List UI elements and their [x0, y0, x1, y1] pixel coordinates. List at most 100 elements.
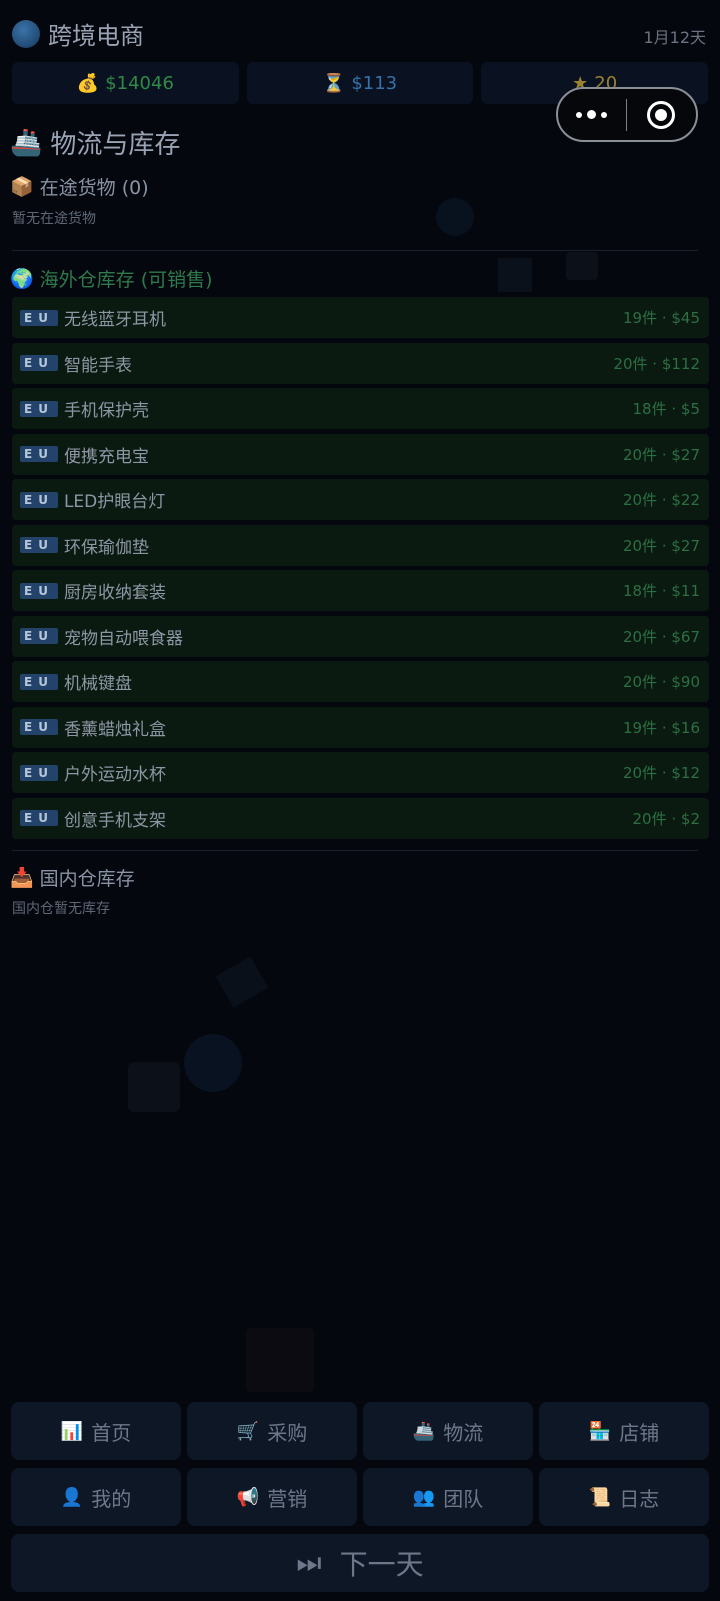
page-title: 🚢 物流与库存	[10, 124, 180, 161]
unit-price: $5	[680, 400, 700, 418]
stock-qty: 20件	[613, 354, 648, 373]
stock-info: 20件 · $27	[623, 535, 700, 556]
inventory-row[interactable]: EU 便携充电宝 20件 · $27	[12, 433, 709, 475]
nav-logistics-button[interactable]: 🚢 物流	[363, 1402, 533, 1460]
unit-price: $16	[671, 718, 700, 737]
product-name: 厨房收纳套装	[63, 583, 166, 603]
nav-home-button[interactable]: 📊 首页	[11, 1402, 181, 1460]
nav-purchase-button[interactable]: 🛒 采购	[187, 1402, 357, 1460]
nav-logistics-label: 物流	[443, 1420, 484, 1445]
unit-price: $11	[671, 582, 700, 600]
nav-marketing-label: 营销	[267, 1486, 308, 1511]
background-calendar-icon	[246, 1328, 314, 1392]
product-name: 创意手机支架	[63, 810, 166, 831]
separator-dot: ·	[657, 445, 672, 464]
app-title-text: 跨境电商	[48, 22, 144, 50]
next-day-button[interactable]: ⏭ 下一天	[11, 1534, 709, 1592]
unit-price: $45	[671, 309, 700, 327]
separator-dot: ·	[657, 627, 672, 646]
inventory-row-left: EU 智能手表	[20, 351, 132, 376]
inventory-row[interactable]: EU 宠物自动喂食器 20件 · $67	[12, 615, 709, 657]
section-divider	[12, 250, 698, 251]
stock-qty: 20件	[622, 764, 658, 782]
background-ship-icon	[128, 1062, 180, 1112]
product-name: 户外运动水杯	[63, 765, 166, 785]
unit-price: $27	[671, 536, 700, 555]
inventory-row[interactable]: EU 香薰蜡烛礼盒 19件 · $16	[12, 706, 709, 748]
nav-team-button[interactable]: 👥 团队	[363, 1468, 533, 1526]
stock-qty: 20件	[622, 491, 658, 509]
globe-icon	[12, 19, 40, 48]
inventory-row[interactable]: EU 厨房收纳套装 18件 · $11	[12, 570, 709, 611]
nav-shop-button[interactable]: 🏪 店铺	[539, 1402, 709, 1460]
inventory-row[interactable]: EU 无线蓝牙耳机 19件 · $45	[12, 297, 709, 338]
miniprogram-capsule	[556, 87, 698, 142]
inventory-row[interactable]: EU 机械键盘 20件 · $90	[12, 661, 709, 702]
inventory-row-left: EU 户外运动水杯	[20, 760, 166, 785]
product-name: 便携充电宝	[63, 446, 149, 467]
inventory-row-left: EU 创意手机支架	[20, 806, 166, 831]
in-transit-heading: 📦 在途货物 (0)	[10, 173, 149, 200]
region-badge: EU	[20, 355, 58, 371]
cart-icon: 🛒	[236, 1420, 260, 1442]
inventory-row[interactable]: EU 环保瑜伽垫 20件 · $27	[12, 524, 709, 566]
target-icon	[647, 100, 676, 129]
inventory-row[interactable]: EU 手机保护壳 18件 · $5	[12, 388, 709, 429]
region-badge: EU	[20, 491, 58, 508]
page-title-text: 物流与库存	[50, 130, 181, 160]
separator-dot: ·	[666, 809, 681, 828]
stock-qty: 20件	[622, 673, 658, 691]
app-header: 跨境电商 1月12天	[0, 0, 720, 66]
product-name: 宠物自动喂食器	[63, 628, 183, 649]
user-icon: 👤	[60, 1486, 84, 1508]
unit-price: $2	[680, 809, 700, 828]
inventory-row-left: EU 便携充电宝	[20, 442, 149, 467]
separator-dot: ·	[657, 309, 672, 327]
inventory-row-left: EU 厨房收纳套装	[20, 578, 166, 603]
in-transit-heading-text: 在途货物 (0)	[39, 177, 149, 199]
stock-info: 19件 · $45	[623, 307, 700, 328]
inventory-row[interactable]: EU LED护眼台灯 20件 · $22	[12, 479, 709, 520]
stock-info: 18件 · $11	[623, 580, 700, 601]
region-badge: EU	[20, 582, 58, 599]
inventory-row-left: EU 宠物自动喂食器	[20, 624, 183, 649]
separator-dot: ·	[647, 354, 662, 373]
nav-marketing-button[interactable]: 📢 营销	[187, 1468, 357, 1526]
unit-price: $67	[671, 627, 700, 646]
inbox-tray-icon: 📥	[10, 867, 34, 889]
more-menu-button[interactable]	[558, 110, 626, 119]
inventory-row-left: EU 香薰蜡烛礼盒	[20, 715, 166, 740]
stock-qty: 18件	[632, 400, 667, 418]
money-bag-icon: 💰	[76, 72, 100, 94]
nav-purchase-label: 采购	[267, 1420, 308, 1445]
team-icon: 👥	[412, 1486, 436, 1508]
package-icon: 📦	[10, 176, 34, 198]
bottom-navigation: 📊 首页 🛒 采购 🚢 物流 🏪 店铺 👤 我的 📢 营销 👥 团队 📜 日志 …	[11, 1402, 709, 1592]
stock-qty: 18件	[622, 582, 658, 600]
region-badge: EU	[20, 537, 58, 553]
overseas-heading-text: 海外仓库存 (可销售)	[39, 269, 213, 291]
section-divider	[12, 850, 698, 851]
nav-me-button[interactable]: 👤 我的	[11, 1468, 181, 1526]
inventory-row-left: EU LED护眼台灯	[20, 487, 165, 512]
inventory-row[interactable]: EU 户外运动水杯 20件 · $12	[12, 752, 709, 793]
inventory-row[interactable]: EU 智能手表 20件 · $112	[12, 342, 709, 384]
earth-icon: 🌍	[10, 268, 34, 290]
nav-log-button[interactable]: 📜 日志	[539, 1468, 709, 1526]
close-miniprogram-button[interactable]	[627, 100, 697, 129]
day-counter: 1月12天	[643, 28, 706, 47]
next-day-label: 下一天	[339, 1548, 424, 1581]
bar-chart-icon: 📊	[60, 1420, 84, 1442]
scroll-icon: 📜	[588, 1486, 612, 1508]
separator-dot: ·	[657, 673, 672, 691]
dot-icon	[601, 111, 608, 118]
stock-qty: 19件	[622, 309, 658, 327]
separator-dot: ·	[657, 491, 672, 509]
nav-home-label: 首页	[91, 1420, 132, 1445]
unit-price: $112	[661, 354, 700, 373]
product-name: 手机保护壳	[63, 401, 149, 421]
inventory-row[interactable]: EU 创意手机支架 20件 · $2	[12, 797, 709, 839]
background-planet-icon	[184, 1034, 242, 1092]
stock-qty: 19件	[622, 718, 658, 737]
region-badge: EU	[20, 719, 58, 735]
